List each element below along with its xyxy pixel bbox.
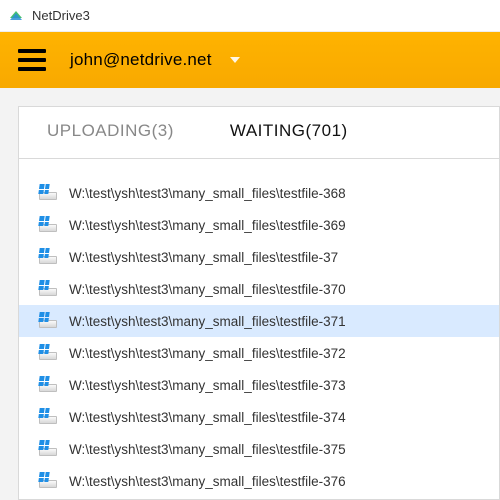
- drive-icon: [39, 314, 57, 328]
- queue-panel: UPLOADING(3) WAITING(701) W:\test\ysh\te…: [18, 106, 500, 500]
- drive-icon: [39, 250, 57, 264]
- file-path: W:\test\ysh\test3\many_small_files\testf…: [69, 186, 346, 201]
- list-item[interactable]: W:\test\ysh\test3\many_small_files\testf…: [19, 337, 499, 369]
- drive-icon: [39, 474, 57, 488]
- list-item[interactable]: W:\test\ysh\test3\many_small_files\testf…: [19, 273, 499, 305]
- tab-uploading-label: UPLOADING(3): [47, 121, 174, 141]
- queue-tabs: UPLOADING(3) WAITING(701): [19, 107, 499, 159]
- user-dropdown-caret-icon[interactable]: [230, 57, 240, 63]
- drive-icon: [39, 186, 57, 200]
- list-item[interactable]: W:\test\ysh\test3\many_small_files\testf…: [19, 369, 499, 401]
- file-path: W:\test\ysh\test3\many_small_files\testf…: [69, 250, 338, 265]
- file-path: W:\test\ysh\test3\many_small_files\testf…: [69, 442, 346, 457]
- list-item[interactable]: W:\test\ysh\test3\many_small_files\testf…: [19, 241, 499, 273]
- window-title: NetDrive3: [32, 8, 90, 23]
- file-path: W:\test\ysh\test3\many_small_files\testf…: [69, 410, 346, 425]
- user-email: john@netdrive.net: [70, 50, 212, 70]
- tab-waiting-label: WAITING(701): [230, 121, 348, 141]
- tab-waiting[interactable]: WAITING(701): [202, 107, 376, 158]
- app-logo-icon: [8, 8, 24, 24]
- drive-icon: [39, 282, 57, 296]
- list-item[interactable]: W:\test\ysh\test3\many_small_files\testf…: [19, 433, 499, 465]
- titlebar: NetDrive3: [0, 0, 500, 32]
- drive-icon: [39, 218, 57, 232]
- list-item[interactable]: W:\test\ysh\test3\many_small_files\testf…: [19, 209, 499, 241]
- drive-icon: [39, 346, 57, 360]
- tab-uploading[interactable]: UPLOADING(3): [19, 107, 202, 158]
- drive-icon: [39, 410, 57, 424]
- list-item[interactable]: W:\test\ysh\test3\many_small_files\testf…: [19, 401, 499, 433]
- drive-icon: [39, 378, 57, 392]
- drive-icon: [39, 442, 57, 456]
- file-path: W:\test\ysh\test3\many_small_files\testf…: [69, 346, 346, 361]
- file-path: W:\test\ysh\test3\many_small_files\testf…: [69, 314, 346, 329]
- file-path: W:\test\ysh\test3\many_small_files\testf…: [69, 218, 346, 233]
- file-list: W:\test\ysh\test3\many_small_files\testf…: [19, 159, 499, 497]
- file-path: W:\test\ysh\test3\many_small_files\testf…: [69, 282, 346, 297]
- list-item[interactable]: W:\test\ysh\test3\many_small_files\testf…: [19, 305, 499, 337]
- file-path: W:\test\ysh\test3\many_small_files\testf…: [69, 378, 346, 393]
- menu-icon[interactable]: [18, 49, 46, 71]
- app-header: john@netdrive.net: [0, 32, 500, 88]
- file-path: W:\test\ysh\test3\many_small_files\testf…: [69, 474, 346, 489]
- list-item[interactable]: W:\test\ysh\test3\many_small_files\testf…: [19, 177, 499, 209]
- list-item[interactable]: W:\test\ysh\test3\many_small_files\testf…: [19, 465, 499, 497]
- content-area: UPLOADING(3) WAITING(701) W:\test\ysh\te…: [0, 88, 500, 500]
